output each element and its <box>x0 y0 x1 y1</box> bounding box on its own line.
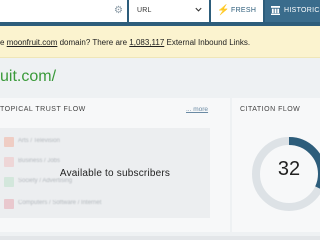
topic-color-swatch <box>4 157 14 167</box>
url-mode-value: URL <box>137 7 152 14</box>
url-mode-select[interactable]: URL <box>129 0 209 22</box>
page-title: uit.com/ <box>0 68 57 85</box>
list-item: Arts / Television <box>0 136 210 150</box>
fresh-index-button[interactable]: ⚡ FRESH <box>211 0 263 22</box>
notice-suffix: External Inbound Links. <box>164 38 251 47</box>
topic-label: Business / Jobs <box>18 158 61 164</box>
chevron-down-icon <box>195 7 202 12</box>
more-link[interactable]: ... more <box>186 106 208 113</box>
topic-label: Arts / Television <box>18 138 60 144</box>
topic-color-swatch <box>4 199 14 209</box>
citation-flow-value: 32 <box>277 158 301 180</box>
historic-index-button[interactable]: HISTORIC <box>265 0 320 22</box>
columns-icon <box>271 6 280 15</box>
notice-banner: e moonfruit.com domain? There are 1,083,… <box>0 26 320 58</box>
domain-link[interactable]: moonfruit.com <box>7 38 58 47</box>
topical-trust-flow-title: TOPICAL TRUST FLOW <box>0 106 86 113</box>
topic-label: Computers / Software / Internet <box>18 200 102 206</box>
subscribers-overlay: Available to subscribers <box>59 168 171 179</box>
domain-input[interactable]: ⚙ <box>0 0 127 22</box>
gear-icon[interactable]: ⚙ <box>114 5 123 17</box>
fresh-label: FRESH <box>231 7 257 14</box>
bolt-icon: ⚡ <box>217 5 230 16</box>
notice-text: e moonfruit.com domain? There are 1,083,… <box>0 38 250 47</box>
notice-prefix: e <box>0 38 7 47</box>
topic-color-swatch <box>4 137 14 147</box>
toolbar: ⚙ URL ⚡ FRESH HISTORIC <box>0 0 320 26</box>
notice-middle: domain? There are <box>57 38 130 47</box>
topical-trust-flow-panel: TOPICAL TRUST FLOW ... more Arts / Telev… <box>0 98 230 232</box>
list-item: Computers / Software / Internet <box>0 198 210 212</box>
divider <box>0 236 320 240</box>
citation-flow-title: CITATION FLOW <box>240 106 301 113</box>
backlink-count[interactable]: 1,083,117 <box>129 38 164 47</box>
historic-label: HISTORIC <box>284 7 320 14</box>
citation-flow-panel: CITATION FLOW 32 <box>232 98 320 232</box>
